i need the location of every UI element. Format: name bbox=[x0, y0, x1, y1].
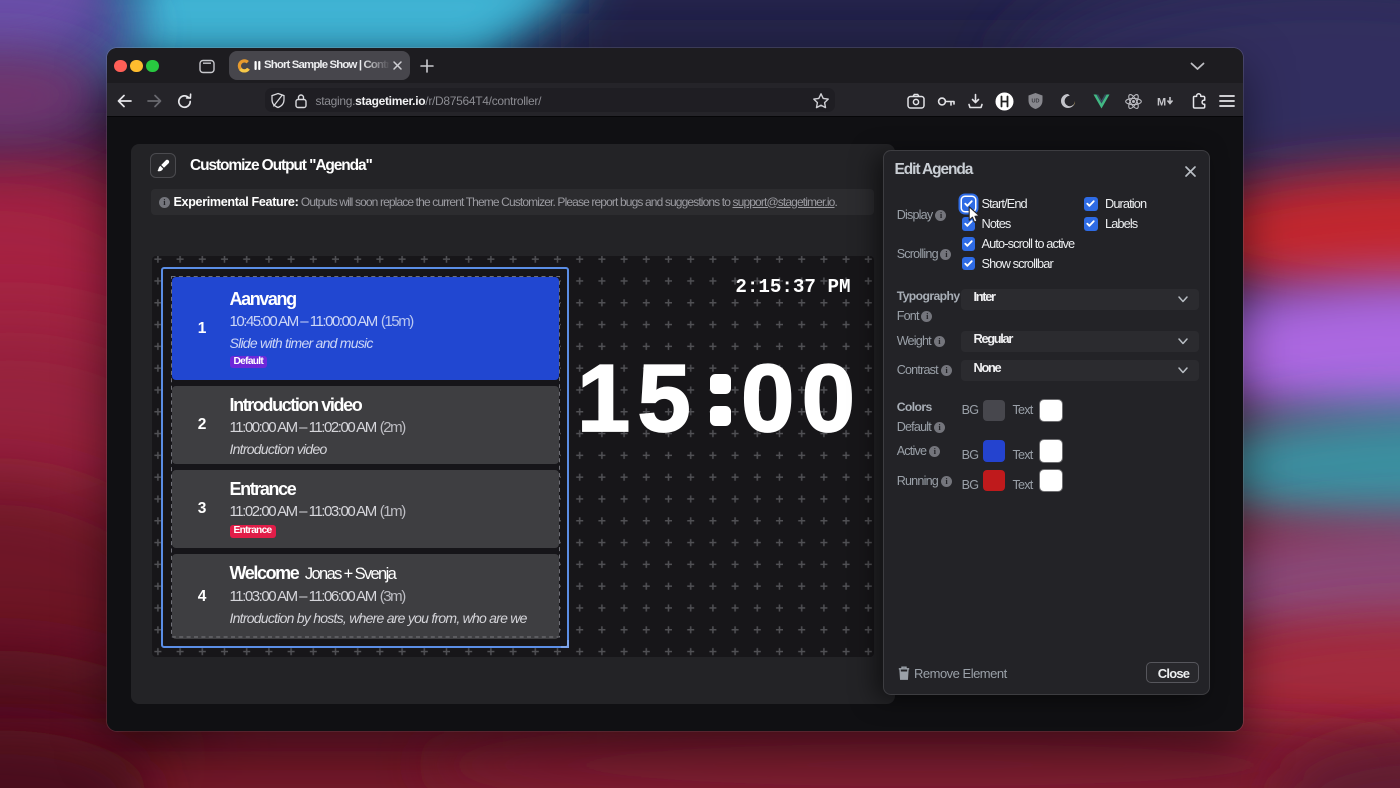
svg-text:UD: UD bbox=[1031, 99, 1039, 105]
svg-text:M: M bbox=[1157, 96, 1166, 108]
